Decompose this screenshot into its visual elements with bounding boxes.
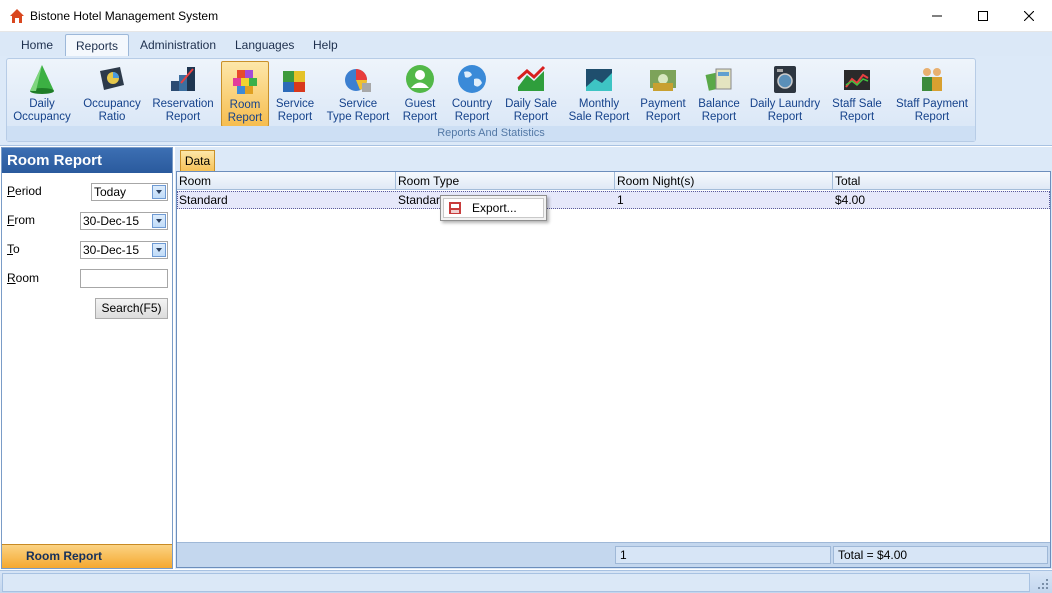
occupancy-ratio-icon: [100, 67, 124, 90]
payment-report-icon: [650, 70, 676, 91]
room-report-icon: [233, 70, 257, 94]
tab-data[interactable]: Data: [180, 150, 215, 171]
grid-header: Room Room Type Room Night(s) Total: [177, 172, 1050, 190]
ribbon-service-report[interactable]: Service Report: [272, 61, 318, 127]
chevron-down-icon[interactable]: [152, 243, 166, 257]
monthly-sale-report-icon: [586, 69, 612, 91]
minimize-icon: [932, 15, 942, 16]
tab-home[interactable]: Home: [11, 34, 63, 56]
tab-reports[interactable]: Reports: [65, 34, 130, 56]
ribbon-monthly-sale-report[interactable]: Monthly Sale Report: [567, 61, 631, 127]
menu-bar: Home Reports Administration Languages He…: [0, 32, 1052, 56]
export-icon: [449, 202, 461, 214]
title-bar: Bistone Hotel Management System: [0, 0, 1052, 32]
ribbon-country-report[interactable]: Country Report: [449, 61, 495, 127]
ribbon-room-report[interactable]: Room Report: [221, 61, 269, 127]
tab-administration[interactable]: Administration: [130, 34, 226, 56]
balance-report-icon: [705, 68, 732, 91]
from-date-picker[interactable]: 30-Dec-15: [80, 212, 168, 230]
ribbon-staff-payment-report[interactable]: Staff Payment Report: [893, 61, 971, 127]
period-select[interactable]: Today: [91, 183, 168, 201]
daily-laundry-report-icon: [774, 66, 796, 93]
period-label: Period: [7, 184, 42, 198]
chevron-down-icon[interactable]: [152, 185, 166, 199]
minimize-button[interactable]: [914, 0, 960, 31]
window-title: Bistone Hotel Management System: [30, 9, 219, 23]
ribbon-payment-report[interactable]: Payment Report: [637, 61, 689, 127]
ribbon: Daily Occupancy Occupancy Ratio Reservat…: [0, 56, 1052, 146]
grid-summary-footer: 1 Total = $4.00: [177, 542, 1050, 567]
column-header-total[interactable]: Total: [833, 172, 1050, 190]
guest-report-icon: [406, 65, 434, 93]
ribbon-reservation-report[interactable]: Reservation Report: [149, 61, 217, 127]
chevron-down-icon[interactable]: [152, 214, 166, 228]
tab-languages[interactable]: Languages: [225, 34, 304, 56]
close-button[interactable]: [1006, 0, 1052, 31]
ribbon-group-label: Reports And Statistics: [7, 126, 975, 141]
from-label: From: [7, 213, 36, 227]
ribbon-guest-report[interactable]: Guest Report: [400, 61, 440, 127]
maximize-icon: [978, 10, 988, 21]
ribbon-occupancy-ratio[interactable]: Occupancy Ratio: [79, 61, 145, 127]
reports-and-statistics-group: Daily Occupancy Occupancy Ratio Reservat…: [6, 58, 976, 142]
column-header-room-type[interactable]: Room Type: [396, 172, 615, 190]
to-date-picker[interactable]: 30-Dec-15: [80, 241, 168, 259]
daily-sale-report-icon: [517, 65, 546, 91]
context-menu: Export...: [440, 195, 547, 221]
country-report-icon: [458, 65, 486, 93]
reservation-report-icon: [171, 67, 195, 91]
cell-room-nights: 1: [617, 193, 624, 207]
service-type-report-icon: [345, 69, 371, 92]
staff-sale-report-icon: [844, 70, 870, 90]
main-content: Data Room Room Type Room Night(s) Total …: [175, 147, 1052, 569]
filter-panel: Room Report Period Today From 30-Dec-15 …: [1, 147, 173, 569]
to-label: To: [7, 242, 20, 256]
tab-help[interactable]: Help: [303, 34, 348, 56]
ribbon-daily-laundry-report[interactable]: Daily Laundry Report: [749, 61, 821, 127]
status-bar: [0, 570, 1052, 593]
maximize-button[interactable]: [960, 0, 1006, 31]
ribbon-daily-occupancy[interactable]: Daily Occupancy: [10, 61, 74, 127]
ribbon-staff-sale-report[interactable]: Staff Sale Report: [829, 61, 885, 127]
app-home-icon: [10, 9, 24, 23]
resize-grip-icon[interactable]: [1037, 578, 1049, 590]
room-label: Room: [7, 271, 40, 285]
status-segment: [2, 573, 1030, 592]
close-icon: [1024, 10, 1034, 21]
cell-total: $4.00: [835, 193, 866, 207]
cell-room: Standard: [179, 193, 228, 207]
report-grid: Room Room Type Room Night(s) Total Stand…: [176, 171, 1051, 568]
panel-footer-tab[interactable]: Room Report: [2, 544, 172, 568]
room-input[interactable]: [80, 269, 168, 288]
column-header-room-nights[interactable]: Room Night(s): [615, 172, 833, 190]
daily-occupancy-icon: [30, 65, 54, 94]
column-header-room[interactable]: Room: [177, 172, 396, 190]
table-row[interactable]: Standard Standard 1 $4.00: [177, 191, 1050, 209]
export-menu-item[interactable]: Export...: [443, 198, 544, 218]
panel-title: Room Report: [2, 148, 172, 173]
ribbon-balance-report[interactable]: Balance Report: [695, 61, 743, 127]
ribbon-daily-sale-report[interactable]: Daily Sale Report: [504, 61, 558, 127]
ribbon-service-type-report[interactable]: Service Type Report: [323, 61, 393, 127]
service-report-icon: [283, 71, 305, 92]
summary-room-nights: 1: [615, 546, 831, 564]
summary-total: Total = $4.00: [833, 546, 1048, 564]
staff-payment-report-icon: [922, 68, 942, 91]
search-button[interactable]: Search(F5): [95, 298, 168, 319]
